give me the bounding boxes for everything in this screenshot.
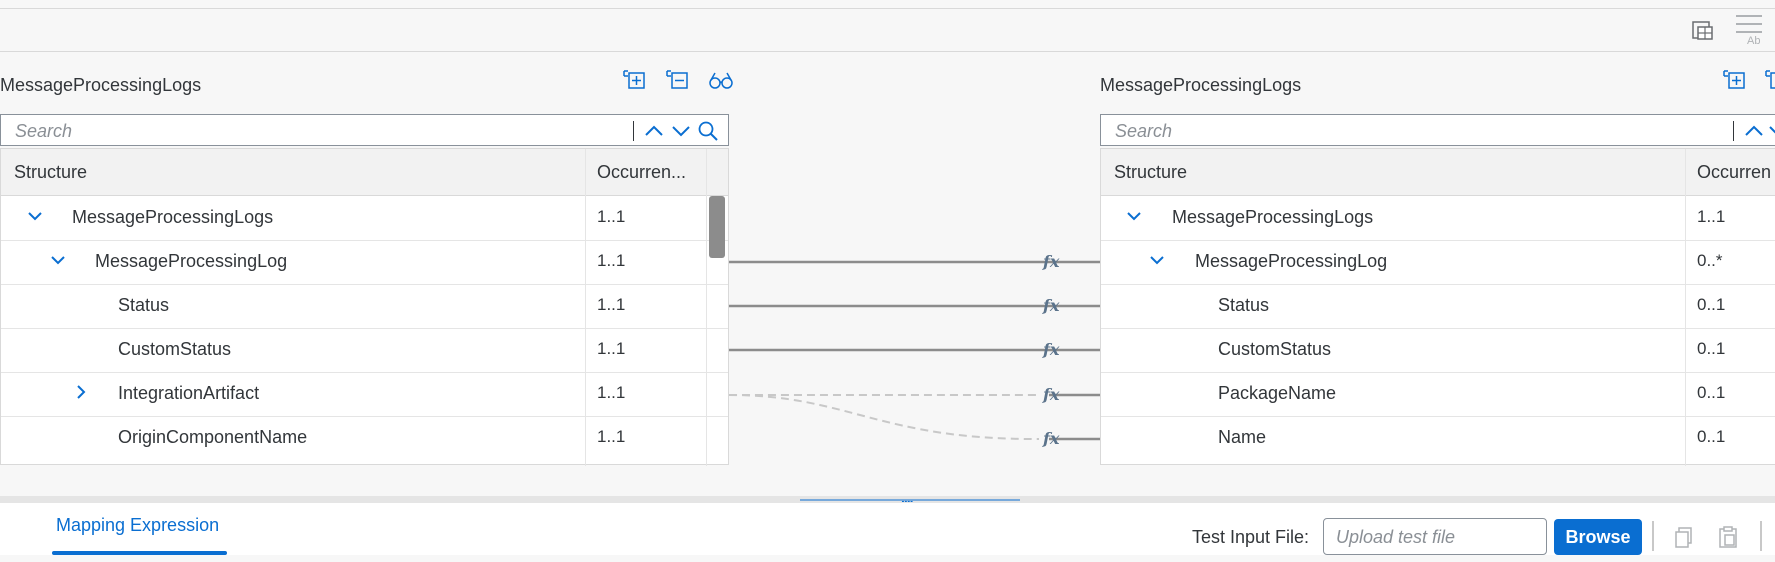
upload-test-file-input[interactable]: Upload test file <box>1323 518 1547 555</box>
mapping-function-icon[interactable]: fx <box>1043 429 1059 448</box>
table-row[interactable]: CustomStatus 0..1 <box>1101 328 1775 373</box>
collapse-all-icon[interactable] <box>1764 68 1775 92</box>
row-occurrence: 1..1 <box>597 383 626 402</box>
table-row[interactable]: Status 1..1 <box>1 284 728 329</box>
table-row[interactable]: OriginComponentName 1..1 <box>1 416 728 460</box>
left-structure-table: Structure Occurren... MessageProcessingL… <box>0 148 729 466</box>
chevron-right-icon[interactable] <box>71 382 91 402</box>
row-occurrence: 0..1 <box>1697 383 1726 402</box>
row-occurrence: 1..1 <box>597 295 626 314</box>
table-row[interactable]: MessageProcessingLogs 1..1 <box>1 196 728 241</box>
left-search-icon[interactable] <box>697 120 719 142</box>
upload-placeholder: Upload test file <box>1336 527 1456 547</box>
mapping-function-icon[interactable]: fx <box>1043 385 1059 404</box>
row-name: CustomStatus <box>1218 339 1332 359</box>
glasses-icon[interactable] <box>708 68 734 92</box>
row-occurrence: 1..1 <box>597 251 626 270</box>
table-row[interactable]: MessageProcessingLog 1..1 <box>1 240 728 285</box>
top-toolbar <box>0 8 1775 52</box>
table-row[interactable]: MessageProcessingLogs 1..1 <box>1101 196 1775 241</box>
table-row[interactable]: IntegrationArtifact 1..1 <box>1 372 728 417</box>
row-name: PackageName <box>1218 383 1337 403</box>
left-search-input[interactable]: Search <box>0 114 729 146</box>
right-col-structure[interactable]: Structure <box>1114 162 1187 183</box>
row-name: Name <box>1218 427 1267 447</box>
left-search-placeholder: Search <box>15 121 73 141</box>
right-search-placeholder: Search <box>1115 121 1173 141</box>
row-occurrence: 0..1 <box>1697 339 1726 358</box>
svg-text:Ab: Ab <box>1747 35 1760 46</box>
table-row[interactable]: CustomStatus 1..1 <box>1 328 728 373</box>
toolbar-divider <box>1760 521 1762 551</box>
text-cursor <box>1733 121 1734 141</box>
row-name: IntegrationArtifact <box>118 383 260 403</box>
chevron-down-icon[interactable] <box>48 250 68 270</box>
left-scrollbar-thumb[interactable] <box>709 196 725 258</box>
row-name: Status <box>118 295 170 315</box>
right-table-header: Structure Occurren <box>1101 149 1775 196</box>
row-occurrence: 1..1 <box>1697 207 1726 226</box>
right-search-input[interactable]: Search <box>1100 114 1775 146</box>
mapping-function-icon[interactable]: fx <box>1043 252 1059 271</box>
row-name: CustomStatus <box>118 339 232 359</box>
row-name: MessageProcessingLogs <box>72 207 274 227</box>
text-cursor <box>633 121 634 141</box>
display-mode-icon[interactable] <box>1690 16 1714 44</box>
tab-active-indicator <box>52 551 227 555</box>
row-name: OriginComponentName <box>118 427 308 447</box>
expand-all-icon[interactable] <box>1722 68 1746 92</box>
expand-all-icon[interactable] <box>622 68 646 92</box>
row-occurrence: 1..1 <box>597 207 626 226</box>
right-search-down-icon[interactable] <box>1767 120 1775 142</box>
test-input-label: Test Input File: <box>1192 527 1310 547</box>
text-wrap-icon[interactable]: Ab <box>1734 12 1764 46</box>
right-col-occurrence[interactable]: Occurren <box>1697 162 1771 183</box>
row-name: Status <box>1218 295 1270 315</box>
chevron-down-icon[interactable] <box>1147 250 1167 270</box>
left-table-header: Structure Occurren... <box>1 149 728 196</box>
mapping-function-icon[interactable]: fx <box>1043 296 1059 315</box>
left-panel-title: MessageProcessingLogs <box>0 75 202 95</box>
tab-mapping-expression[interactable]: Mapping Expression <box>56 515 219 536</box>
right-panel-title: MessageProcessingLogs <box>1100 75 1302 95</box>
right-search-up-icon[interactable] <box>1743 120 1765 142</box>
table-row[interactable]: MessageProcessingLog 0..* <box>1101 240 1775 285</box>
row-occurrence: 1..1 <box>597 427 626 446</box>
collapse-all-icon[interactable] <box>665 68 689 92</box>
row-occurrence: 0..1 <box>1697 427 1726 446</box>
table-row[interactable]: PackageName 0..1 <box>1101 372 1775 417</box>
toolbar-divider <box>1652 521 1654 551</box>
table-row[interactable]: Name 0..1 <box>1101 416 1775 460</box>
chevron-down-icon[interactable] <box>25 206 45 226</box>
chevron-down-icon[interactable] <box>1124 206 1144 226</box>
row-occurrence: 0..1 <box>1697 295 1726 314</box>
right-structure-table: Structure Occurren MessageProcessingLogs… <box>1100 148 1775 466</box>
paste-icon[interactable] <box>1716 525 1740 549</box>
row-name: MessageProcessingLogs <box>1172 207 1374 227</box>
row-occurrence: 1..1 <box>597 339 626 358</box>
left-col-structure[interactable]: Structure <box>14 162 87 183</box>
row-name: MessageProcessingLog <box>1195 251 1388 271</box>
left-search-down-icon[interactable] <box>670 120 692 142</box>
left-search-up-icon[interactable] <box>643 120 665 142</box>
mapping-function-icon[interactable]: fx <box>1043 340 1059 359</box>
left-col-occurrence[interactable]: Occurren... <box>597 162 686 183</box>
browse-button[interactable]: Browse <box>1554 519 1642 555</box>
copy-icon[interactable] <box>1672 525 1696 549</box>
row-occurrence: 0..* <box>1697 251 1723 270</box>
row-name: MessageProcessingLog <box>95 251 288 271</box>
table-row[interactable]: Status 0..1 <box>1101 284 1775 329</box>
